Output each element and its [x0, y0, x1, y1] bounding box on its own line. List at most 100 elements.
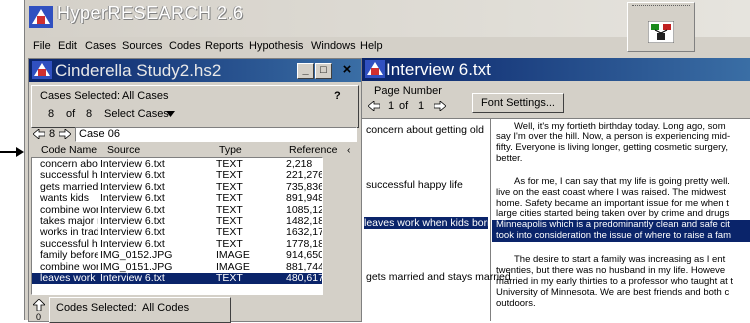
next-page-icon[interactable] [433, 100, 447, 114]
cell-source: Interview 6.txt [100, 238, 165, 250]
document-text-line[interactable]: University of Minnesota. We are best fri… [492, 288, 750, 299]
cell-reference: 1482,1871 [286, 216, 322, 227]
menu-reports[interactable]: Reports [205, 40, 244, 52]
cell-type: TEXT [216, 216, 243, 227]
study-window-titlebar[interactable]: Cinderella Study2.hs2 _ □ × [29, 59, 361, 82]
toolbox-grip[interactable] [632, 5, 690, 9]
col-header-type[interactable]: Type [219, 144, 242, 156]
document-text-line[interactable]: live on the east coast where I was raise… [492, 188, 750, 199]
cases-selected-label: Cases Selected: [40, 90, 121, 102]
codes-counter: 0 [36, 312, 42, 322]
document-text-line[interactable]: better. [492, 154, 750, 165]
document-text-line[interactable]: say I'm over the hill. Now, a person is … [492, 132, 750, 143]
document-body: concern about getting old successful hap… [362, 118, 750, 321]
next-case-icon[interactable] [58, 128, 72, 142]
menu-windows[interactable]: Windows [311, 40, 356, 52]
col-header-code-name[interactable]: Code Name [41, 144, 97, 156]
document-window-titlebar[interactable]: Interview 6.txt [362, 58, 750, 81]
table-row[interactable]: successful ha Interview 6.txt TEXT 221,276 [32, 170, 322, 181]
cell-reference: 914,650,114 [286, 250, 322, 262]
case-number: 8 [49, 128, 56, 140]
toolbox-panel[interactable] [627, 2, 695, 52]
cell-type: TEXT [216, 170, 243, 182]
close-button[interactable]: × [337, 62, 357, 77]
table-row[interactable]: leaves work ¢ Interview 6.txt TEXT 480,617 [32, 273, 322, 284]
table-row[interactable]: successful haInterview 6.txt TEXT 1778,187… [32, 239, 322, 250]
code-table-header: Code Name Source Type Reference ‹ [29, 144, 361, 157]
codes-selected-label: Codes Selected: [56, 302, 137, 314]
document-text-line[interactable]: As for me, I can say that my life is goi… [492, 177, 750, 188]
case-total: 8 [86, 108, 93, 120]
cell-source: Interview 6.txt [100, 159, 165, 170]
cell-source: Interview 6.txt [100, 273, 165, 284]
table-row[interactable]: family beforeIMG_0152.JPG IMAGE 914,650,11… [32, 250, 322, 261]
cell-type: TEXT [216, 238, 243, 250]
minimize-button[interactable]: _ [297, 63, 314, 79]
cell-source: Interview 6.txt [100, 170, 165, 182]
code-tag-leaves-work[interactable]: leaves work when kids born dc [364, 217, 488, 229]
font-settings-label: Font Settings... [481, 97, 555, 109]
app-title: HyperRESEARCH 2.6 [57, 3, 244, 23]
menu-cases[interactable]: Cases [85, 40, 116, 52]
scroll-left-icon[interactable]: ‹ [347, 144, 351, 156]
document-window-title: Interview 6.txt [386, 60, 491, 79]
cell-source: Interview 6.txt [100, 204, 165, 216]
document-text-line[interactable]: married in my early thirties to a profes… [492, 277, 750, 288]
code-tag-successful[interactable]: successful happy life [366, 179, 463, 191]
table-side-area [323, 157, 359, 293]
menu-help[interactable]: Help [360, 40, 383, 52]
cell-type: TEXT [216, 159, 243, 170]
cell-type: IMAGE [216, 250, 250, 262]
cell-type: TEXT [216, 193, 243, 205]
table-row[interactable]: concern abou Interview 6.txt TEXT 2,218 [32, 159, 322, 170]
chevron-down-icon [166, 109, 175, 121]
code-tag-concern[interactable]: concern about getting old [366, 124, 484, 136]
prev-page-icon[interactable] [367, 100, 381, 114]
document-text-line[interactable]: The desire to start a family was increas… [492, 255, 750, 266]
codes-selected-panel: Codes Selected: All Codes [49, 297, 231, 323]
col-header-reference[interactable]: Reference [289, 144, 337, 156]
code-tag-gets-married[interactable]: gets married and stays married [366, 271, 511, 283]
menu-sources[interactable]: Sources [122, 40, 162, 52]
cell-code-name: combine worl [40, 261, 98, 273]
document-text-line[interactable]: outdoors. [492, 299, 750, 310]
document-text-line[interactable]: Well, it's my fortieth birthday today. L… [492, 122, 750, 133]
table-row[interactable]: wants kids Interview 6.txt TEXT 891,948 [32, 193, 322, 204]
cases-selected-panel: Cases Selected: All Cases 8 of 8 Select … [31, 85, 359, 128]
col-header-source[interactable]: Source [107, 144, 140, 156]
page-index: 1 [388, 100, 395, 112]
table-row[interactable]: combine worlIMG_0151.JPG IMAGE 881,744,121 [32, 262, 322, 273]
table-row[interactable]: works in tradiInterview 6.txt TEXT 1632,17… [32, 227, 322, 238]
cell-type: TEXT [216, 273, 243, 284]
prev-case-icon[interactable] [32, 128, 46, 142]
cell-code-name: leaves work ¢ [40, 273, 98, 284]
font-settings-button[interactable]: Font Settings... [472, 93, 564, 113]
document-text-line[interactable]: Minneapolis which is a predominantly cle… [492, 220, 750, 231]
cases-selected-value: All Cases [122, 90, 169, 102]
maximize-button[interactable]: □ [315, 63, 332, 79]
table-row[interactable]: combine worlInterview 6.txt TEXT 1085,1204 [32, 205, 322, 216]
help-button[interactable]: ? [334, 90, 341, 102]
table-row[interactable]: gets married aInterview 6.txt TEXT 735,836 [32, 182, 322, 193]
document-text-line[interactable]: home. Safety became an important issue f… [492, 199, 750, 210]
document-text-line[interactable]: fifty. Everyone is living longer, gettin… [492, 143, 750, 154]
cell-code-name: family before [40, 250, 98, 262]
menu-hypothesis[interactable]: Hypothesis [249, 40, 303, 52]
select-cases-button[interactable]: Select Cases [102, 106, 176, 122]
case-name-field[interactable]: Case 06 [75, 127, 357, 142]
menu-edit[interactable]: Edit [58, 40, 77, 52]
code-table: concern abou Interview 6.txt TEXT 2,218 succ… [31, 157, 323, 295]
hyperresearch-logo-icon [29, 6, 53, 31]
document-window: Interview 6.txt Page Number 1 of 1 Font … [362, 58, 750, 321]
document-text-line[interactable]: large cities started being taken over by… [492, 209, 750, 220]
menu-codes[interactable]: Codes [169, 40, 201, 52]
document-text-line[interactable]: took into consideration the issue of whe… [492, 231, 750, 242]
page-of: of [399, 100, 409, 112]
cell-source: IMG_0152.JPG [100, 250, 173, 262]
cell-code-name: successful ha [40, 170, 98, 182]
cell-reference: 221,276 [286, 170, 323, 182]
menu-file[interactable]: File [33, 40, 51, 52]
document-text-line[interactable]: twenties, but there was no husband in my… [492, 266, 750, 277]
table-row[interactable]: takes major rInterview 6.txt TEXT 1482,187… [32, 216, 322, 227]
toolbox-tools-icon[interactable] [647, 20, 675, 46]
